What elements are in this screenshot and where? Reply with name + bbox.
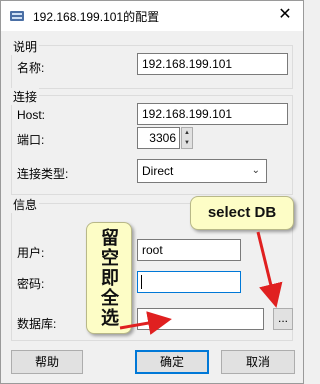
cancel-button[interactable]: 取消 — [221, 350, 295, 374]
port-field[interactable]: 3306 — [137, 127, 180, 149]
window-title: 192.168.199.101的配置 — [33, 10, 160, 24]
user-label: 用户: — [17, 246, 45, 260]
connection-type-select[interactable]: Direct ⌄ — [137, 159, 267, 183]
leave-empty-text: 留空即全选 — [87, 229, 133, 329]
leave-empty-char: 选 — [101, 308, 119, 329]
user-field[interactable]: root — [137, 239, 241, 261]
ok-button[interactable]: 确定 — [135, 350, 209, 374]
chevron-up-icon[interactable]: ▲ — [182, 128, 192, 138]
password-field[interactable] — [137, 271, 241, 293]
port-label: 端口: — [17, 133, 45, 147]
leave-empty-char: 全 — [101, 288, 119, 309]
description-group-label: 说明 — [11, 38, 40, 55]
config-dialog: 192.168.199.101的配置 ✕ 说明 名称: 192.168.199.… — [0, 0, 304, 384]
host-field[interactable]: 192.168.199.101 — [137, 103, 288, 125]
connection-type-value: Direct — [142, 164, 174, 178]
leave-empty-callout: 留空即全选 — [86, 222, 132, 334]
leave-empty-char: 留 — [101, 228, 119, 249]
connection-group-label: 连接 — [11, 88, 40, 105]
info-group-label: 信息 — [11, 196, 40, 213]
name-label: 名称: — [17, 61, 45, 75]
host-label: Host: — [17, 108, 46, 122]
database-icon — [10, 11, 24, 21]
close-icon[interactable]: ✕ — [273, 3, 297, 27]
password-label: 密码: — [17, 277, 45, 291]
leave-empty-char: 空 — [101, 248, 119, 269]
title-bar: 192.168.199.101的配置 ✕ — [1, 1, 303, 31]
chevron-down-icon: ⌄ — [251, 165, 260, 176]
connection-type-label: 连接类型: — [17, 167, 69, 181]
database-label: 数据库: — [17, 317, 57, 331]
help-button[interactable]: 帮助 — [11, 350, 83, 374]
select-database-button[interactable]: ... — [273, 308, 293, 330]
database-field[interactable] — [137, 308, 264, 330]
select-db-callout: select DB — [190, 196, 294, 230]
leave-empty-char: 即 — [101, 268, 119, 289]
port-stepper[interactable]: ▲ ▼ — [181, 127, 193, 149]
name-field[interactable]: 192.168.199.101 — [137, 53, 288, 75]
chevron-down-icon[interactable]: ▼ — [182, 138, 192, 148]
text-caret — [141, 275, 142, 289]
